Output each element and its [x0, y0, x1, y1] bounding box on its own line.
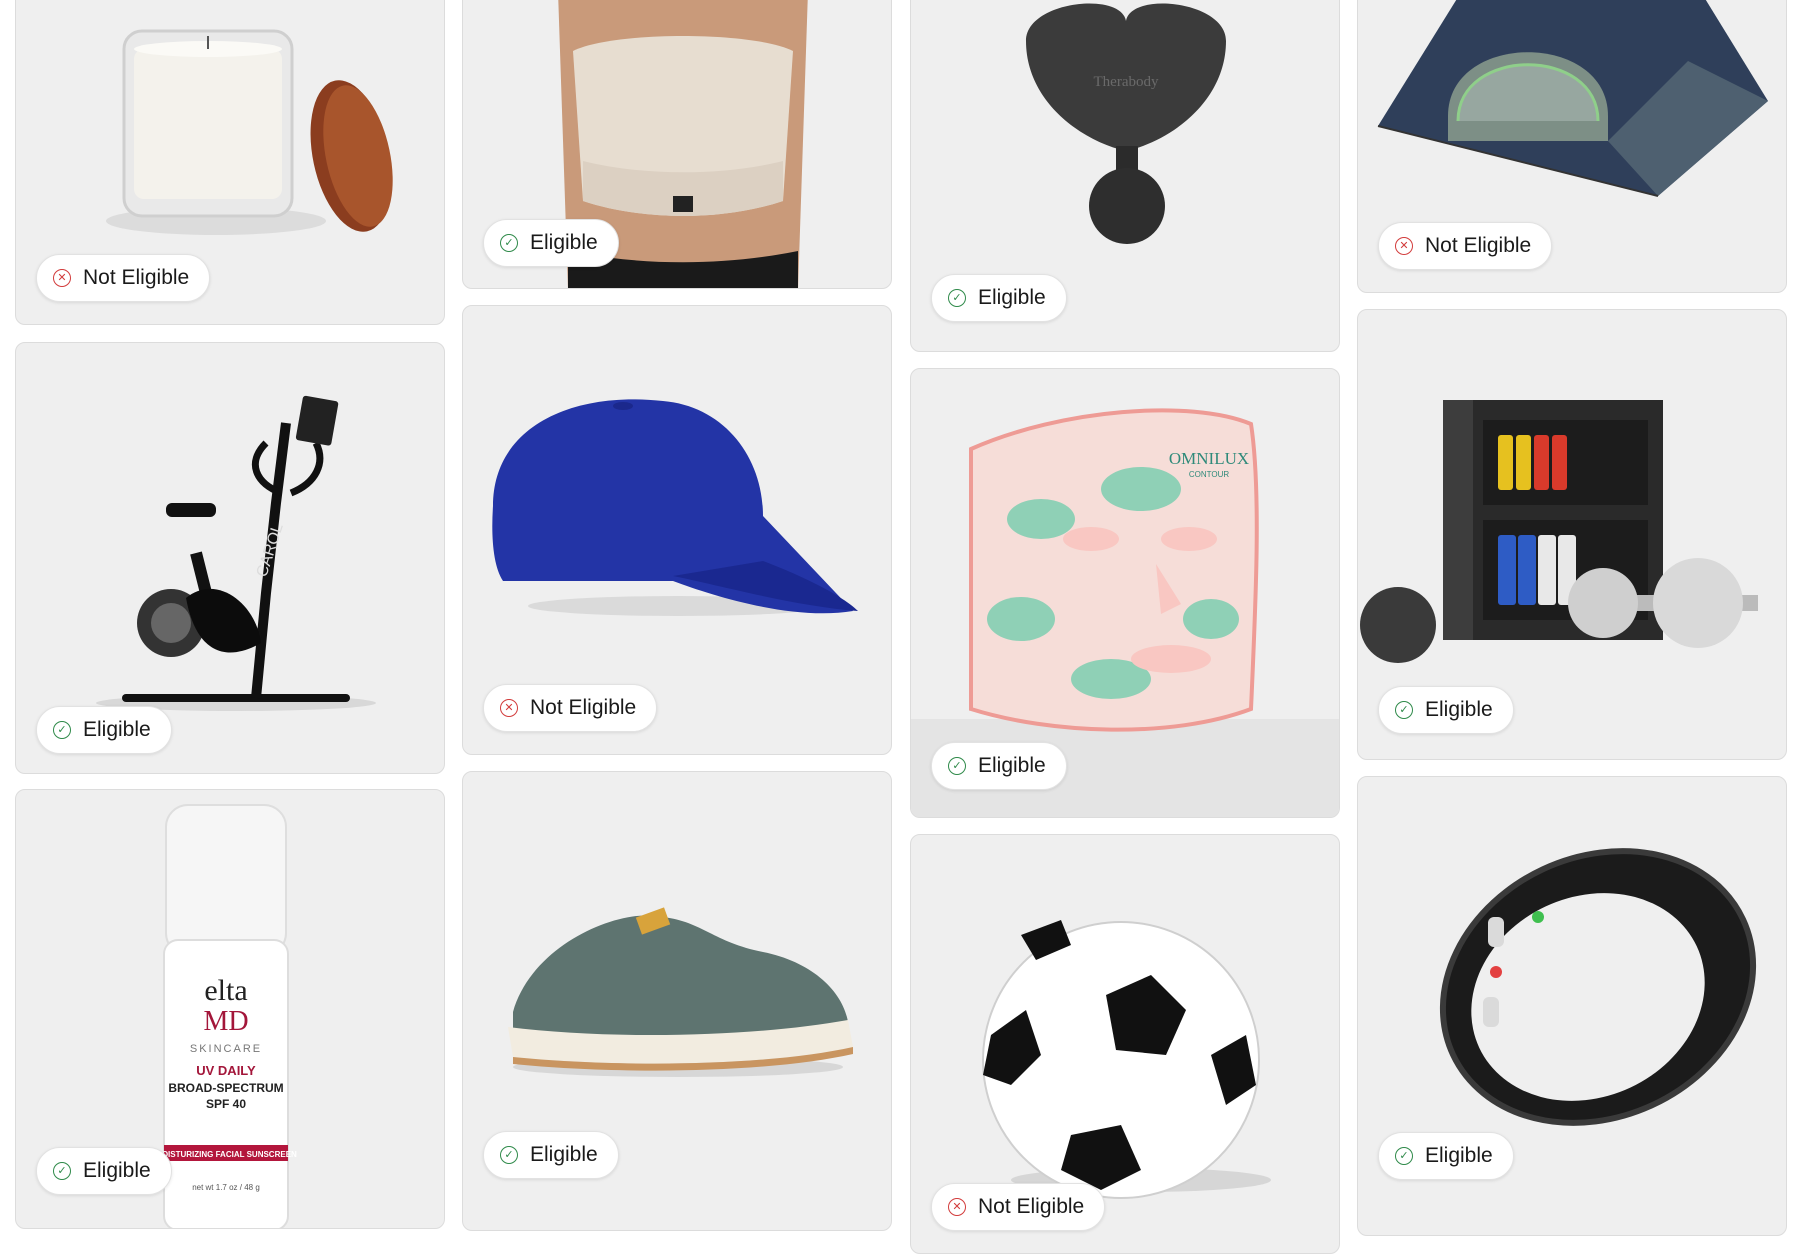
x-circle-icon: ✕ — [53, 269, 71, 287]
product-card-candle[interactable]: ✕ Not Eligible — [15, 0, 445, 325]
status-badge: ✕ Not Eligible — [36, 254, 211, 302]
sunscreen-net-wt: net wt 1.7 oz / 48 g — [192, 1183, 260, 1192]
sunscreen-brand: elta — [204, 974, 247, 1007]
status-badge: ✕ Not Eligible — [1378, 222, 1553, 270]
bike-brand-text: CAROL — [254, 521, 287, 579]
sunscreen-band-text: MOISTURIZING FACIAL SUNSCREEN — [155, 1150, 297, 1159]
status-badge: ✓ Eligible — [483, 1131, 619, 1179]
x-circle-icon: ✕ — [500, 699, 518, 717]
status-label: Eligible — [978, 286, 1046, 309]
status-label: Not Eligible — [978, 1195, 1085, 1218]
status-badge: ✓ Eligible — [36, 1147, 172, 1195]
status-badge: ✓ Eligible — [931, 274, 1067, 322]
status-label: Not Eligible — [530, 696, 637, 719]
product-card-exercise-bike[interactable]: CAROL ✓ Eligible — [15, 342, 445, 774]
sunscreen-brand-sub: MD — [203, 1006, 248, 1037]
product-card-massage-gun[interactable]: Therabody ✓ Eligible — [910, 0, 1340, 352]
status-badge: ✓ Eligible — [1378, 686, 1514, 734]
x-circle-icon: ✕ — [948, 1198, 966, 1216]
status-label: Eligible — [83, 1159, 151, 1182]
product-card-sneaker[interactable]: ✓ Eligible — [462, 771, 892, 1231]
status-label: Eligible — [530, 231, 598, 254]
check-circle-icon: ✓ — [948, 289, 966, 307]
sunscreen-broad-spectrum: BROAD-SPECTRUM — [168, 1081, 283, 1095]
product-card-led-mask[interactable]: OMNILUX CONTOUR ✓ Eligible — [910, 368, 1340, 818]
status-badge: ✓ Eligible — [1378, 1132, 1514, 1180]
status-label: Eligible — [1425, 1144, 1493, 1167]
product-card-smart-ring[interactable]: ✓ Eligible — [1357, 776, 1787, 1236]
status-badge: ✕ Not Eligible — [483, 684, 658, 732]
status-label: Not Eligible — [83, 266, 190, 289]
sunscreen-spf: SPF 40 — [206, 1097, 246, 1111]
product-card-sports-bra[interactable]: ✓ Eligible — [462, 0, 892, 289]
product-card-soccer-ball[interactable]: ✕ Not Eligible — [910, 834, 1340, 1254]
status-badge: ✕ Not Eligible — [931, 1183, 1106, 1231]
massage-gun-brand: Therabody — [1094, 74, 1159, 90]
status-label: Not Eligible — [1425, 234, 1532, 257]
check-circle-icon: ✓ — [53, 1162, 71, 1180]
mask-brand-text: OMNILUX — [1169, 449, 1249, 468]
mask-sub-text: CONTOUR — [1189, 470, 1230, 479]
check-circle-icon: ✓ — [948, 757, 966, 775]
product-card-tent[interactable]: ✕ Not Eligible — [1357, 0, 1787, 293]
product-card-baseball-cap[interactable]: ✕ Not Eligible — [462, 305, 892, 755]
check-circle-icon: ✓ — [1395, 701, 1413, 719]
product-card-sunscreen[interactable]: elta MD SKINCARE UV DAILY BROAD-SPECTRUM… — [15, 789, 445, 1229]
sunscreen-skincare: SKINCARE — [190, 1043, 262, 1055]
product-card-home-gym[interactable]: ✓ Eligible — [1357, 309, 1787, 760]
status-label: Eligible — [978, 754, 1046, 777]
status-badge: ✓ Eligible — [36, 706, 172, 754]
check-circle-icon: ✓ — [53, 721, 71, 739]
x-circle-icon: ✕ — [1395, 237, 1413, 255]
check-circle-icon: ✓ — [500, 234, 518, 252]
status-badge: ✓ Eligible — [931, 742, 1067, 790]
sunscreen-uv-daily: UV DAILY — [196, 1063, 256, 1078]
status-label: Eligible — [530, 1143, 598, 1166]
check-circle-icon: ✓ — [500, 1146, 518, 1164]
status-badge: ✓ Eligible — [483, 219, 619, 267]
check-circle-icon: ✓ — [1395, 1147, 1413, 1165]
status-label: Eligible — [83, 718, 151, 741]
status-label: Eligible — [1425, 698, 1493, 721]
